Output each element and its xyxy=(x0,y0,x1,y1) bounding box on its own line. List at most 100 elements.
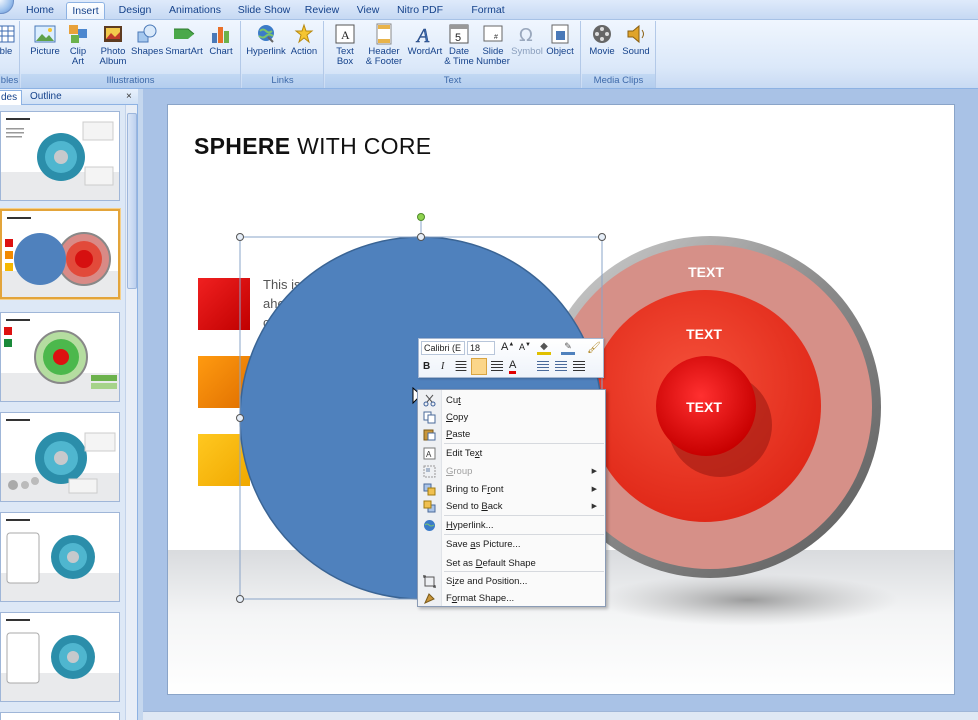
align-left-icon[interactable] xyxy=(455,361,467,373)
notes-pane-edge xyxy=(143,711,978,720)
group-label-illustrations: Illustrations xyxy=(21,74,240,88)
slide-thumbnail-5[interactable] xyxy=(0,512,120,602)
tab-format[interactable]: Format xyxy=(466,2,510,19)
slide-thumbnail-4[interactable] xyxy=(0,412,120,502)
office-button[interactable] xyxy=(0,0,14,14)
menu-item-copy[interactable]: Copy xyxy=(419,409,605,426)
tab-view[interactable]: View xyxy=(352,2,384,19)
tab-slides[interactable]: des xyxy=(0,90,22,105)
outline-color-icon[interactable]: ✎ xyxy=(561,341,575,355)
align-center-icon[interactable] xyxy=(471,358,487,375)
table-button[interactable]: ble xyxy=(0,23,18,57)
tab-review[interactable]: Review xyxy=(302,2,342,19)
outer-text-label[interactable]: TEXT xyxy=(688,264,724,280)
middle-text-label[interactable]: TEXT xyxy=(686,326,722,342)
menu-item-paste[interactable]: Paste xyxy=(419,426,605,443)
thumbnail-1-preview xyxy=(1,118,119,200)
thumbnail-4-preview xyxy=(1,419,119,501)
tab-outline[interactable]: Outline xyxy=(30,90,70,105)
font-size-box[interactable]: 18 xyxy=(467,341,495,355)
resize-handle-w[interactable] xyxy=(236,414,244,422)
thumbnail-5-preview xyxy=(1,519,119,601)
shapes-button[interactable]: Shapes xyxy=(131,23,163,57)
font-color-icon[interactable]: A xyxy=(509,359,517,374)
bold-icon[interactable]: B xyxy=(423,361,430,372)
increase-indent-icon[interactable] xyxy=(555,361,567,373)
chart-button[interactable]: Chart xyxy=(205,23,237,57)
core-text-label[interactable]: TEXT xyxy=(686,399,722,415)
rotation-handle[interactable] xyxy=(417,213,425,221)
chevron-right-icon: ▶ xyxy=(591,468,597,475)
resize-handle-nw[interactable] xyxy=(236,233,244,241)
svg-text:Ω: Ω xyxy=(519,25,533,45)
slides-scrollbar[interactable] xyxy=(125,105,137,720)
group-text: A Text Box Header & Footer A WordArt 5 D… xyxy=(325,21,581,88)
menu-item-label: Copy xyxy=(446,412,469,423)
slide-thumbnail-7[interactable] xyxy=(0,712,120,720)
svg-text:5: 5 xyxy=(455,32,461,44)
tab-slide-show[interactable]: Slide Show xyxy=(236,2,292,19)
decrease-indent-icon[interactable] xyxy=(537,361,549,373)
tab-home[interactable]: Home xyxy=(22,2,58,19)
menu-item-hyperlink[interactable]: Hyperlink... xyxy=(419,517,605,534)
menu-item-save-as-picture[interactable]: Save as Picture... xyxy=(419,536,605,553)
header-footer-button[interactable]: Header & Footer xyxy=(363,23,405,67)
font-name-box[interactable]: Calibri (E xyxy=(421,341,465,355)
slide-number-button[interactable]: # Slide Number xyxy=(475,23,511,67)
menu-item-bring-to-front[interactable]: Bring to Front ▶ xyxy=(419,481,605,498)
resize-handle-ne[interactable] xyxy=(598,233,606,241)
picture-icon xyxy=(34,25,56,43)
text-box-button[interactable]: A Text Box xyxy=(329,23,361,67)
tab-insert[interactable]: Insert xyxy=(66,2,105,19)
group-label-links: Links xyxy=(242,74,323,88)
slide-number-label-2: Number xyxy=(476,56,510,67)
resize-handle-sw[interactable] xyxy=(236,595,244,603)
object-button[interactable]: Object xyxy=(543,23,577,57)
menu-item-send-to-back[interactable]: Send to Back ▶ xyxy=(419,498,605,515)
menu-item-size-and-position[interactable]: Size and Position... xyxy=(419,573,605,590)
pane-close-icon[interactable]: × xyxy=(126,90,136,105)
picture-button[interactable]: Picture xyxy=(27,23,63,57)
resize-handle-n[interactable] xyxy=(417,233,425,241)
wordart-button[interactable]: A WordArt xyxy=(405,23,445,57)
clip-art-button[interactable]: Clip Art xyxy=(63,23,93,67)
italic-icon[interactable]: I xyxy=(441,361,444,372)
hyperlink-button[interactable]: Hyperlink xyxy=(244,23,288,57)
edit-text-icon: A xyxy=(423,447,436,460)
sound-button[interactable]: Sound xyxy=(620,23,652,57)
group-illustrations: Picture Clip Art Photo Album Shapes Smar… xyxy=(21,21,241,88)
photo-album-button[interactable]: Photo Album xyxy=(95,23,131,67)
svg-text:#: # xyxy=(494,34,498,41)
format-painter-icon[interactable]: 🖌 xyxy=(587,341,601,354)
slide-thumbnail-6[interactable] xyxy=(0,612,120,702)
tab-animations[interactable]: Animations xyxy=(166,2,224,19)
smartart-label: SmartArt xyxy=(165,46,203,57)
menu-item-edit-text[interactable]: A Edit Text xyxy=(419,445,605,462)
menu-item-set-as-default-shape[interactable]: Set as Default Shape xyxy=(419,555,605,572)
tab-design[interactable]: Design xyxy=(114,2,156,19)
tab-nitro-pdf[interactable]: Nitro PDF xyxy=(394,2,446,19)
slide-thumbnail-1[interactable] xyxy=(0,111,120,201)
movie-button[interactable]: Movie xyxy=(586,23,618,57)
shrink-font-icon[interactable]: A▼ xyxy=(519,342,531,352)
speaker-icon xyxy=(627,24,644,44)
grow-font-icon[interactable]: A▲ xyxy=(501,341,514,353)
slide-thumbnail-3[interactable] xyxy=(0,312,120,402)
chart-icon xyxy=(212,27,229,43)
date-time-button[interactable]: 5 Date & Time xyxy=(443,23,475,67)
header-footer-label-2: & Footer xyxy=(365,56,403,67)
menu-item-group[interactable]: Group ▶ xyxy=(419,463,605,480)
thumbnail-6-preview xyxy=(1,619,119,701)
svg-text:A: A xyxy=(415,25,430,45)
bullets-icon[interactable] xyxy=(573,361,585,373)
scrollbar-thumb[interactable] xyxy=(127,113,137,289)
symbol-button[interactable]: Ω Symbol xyxy=(511,23,543,57)
action-button[interactable]: Action xyxy=(288,23,320,57)
menu-item-cut[interactable]: Cut xyxy=(419,392,605,409)
slide-thumbnail-2[interactable] xyxy=(0,209,120,299)
menu-item-format-shape[interactable]: Format Shape... xyxy=(419,590,605,607)
fill-color-icon[interactable]: ◆ xyxy=(537,341,551,355)
size-icon xyxy=(423,575,436,588)
align-right-icon[interactable] xyxy=(491,361,503,373)
smartart-button[interactable]: SmartArt xyxy=(164,23,204,57)
